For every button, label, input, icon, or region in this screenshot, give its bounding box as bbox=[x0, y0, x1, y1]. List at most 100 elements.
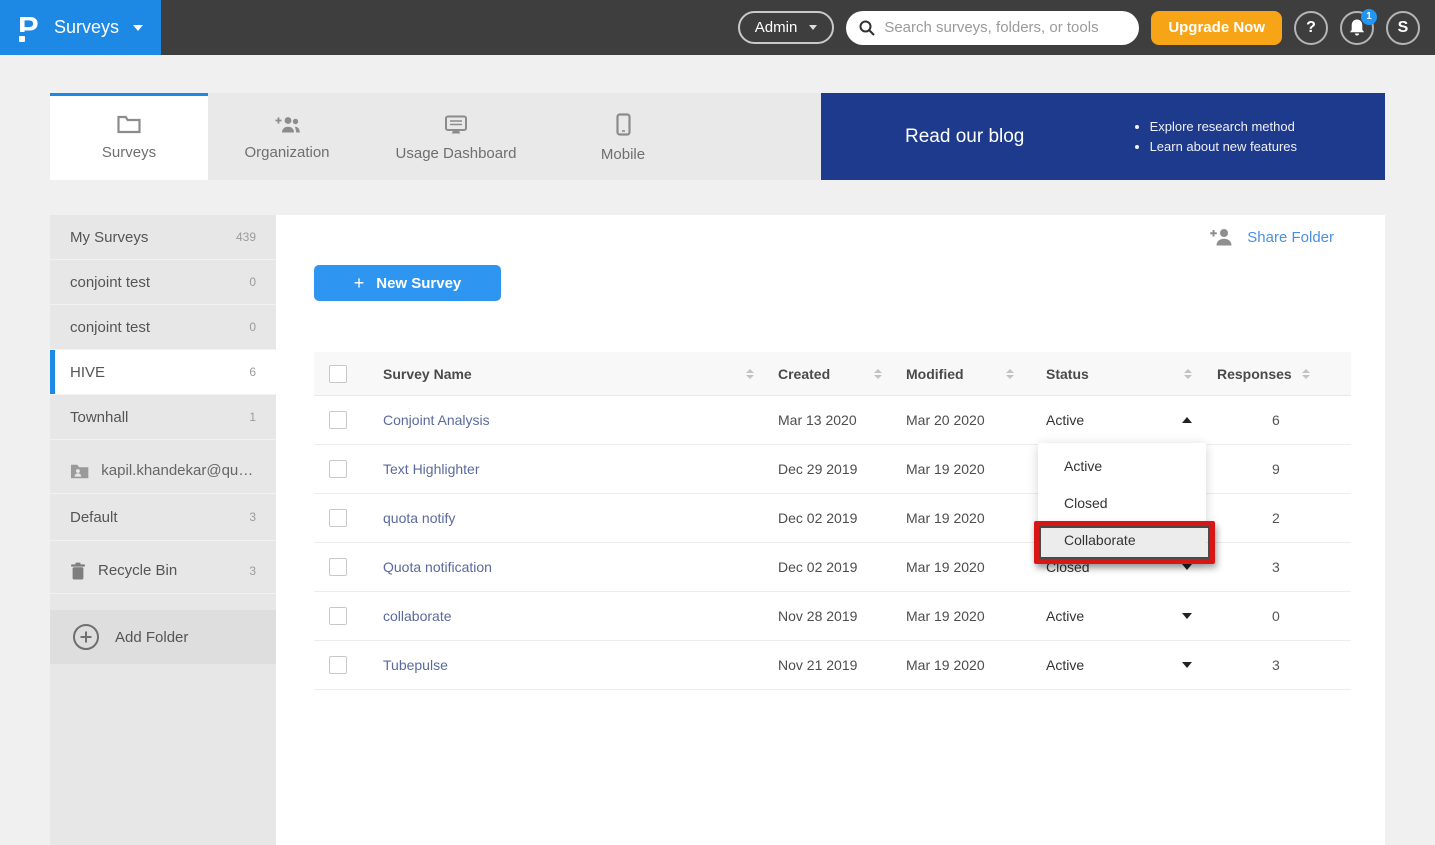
row-checkbox[interactable] bbox=[329, 460, 347, 478]
status-dropdown-menu: Active Closed Collaborate bbox=[1038, 443, 1206, 562]
folder-count: 0 bbox=[249, 320, 256, 334]
modified-date: Mar 20 2020 bbox=[906, 412, 985, 428]
modified-date: Mar 19 2020 bbox=[906, 510, 985, 526]
sidebar-item-townhall[interactable]: Townhall 1 bbox=[50, 395, 276, 440]
sort-icon[interactable] bbox=[1302, 369, 1310, 379]
survey-name-link[interactable]: collaborate bbox=[383, 608, 452, 624]
status-dropdown-trigger[interactable]: Active bbox=[1046, 608, 1192, 624]
folder-count: 3 bbox=[249, 510, 256, 524]
banner-title: Read our blog bbox=[905, 126, 1024, 148]
select-all-checkbox[interactable] bbox=[329, 365, 347, 383]
sidebar-item-conjoint-test-2[interactable]: conjoint test 0 bbox=[50, 305, 276, 350]
folder-label: conjoint test bbox=[70, 319, 150, 336]
tab-mobile[interactable]: Mobile bbox=[546, 93, 700, 180]
survey-name-link[interactable]: Conjoint Analysis bbox=[383, 412, 490, 428]
admin-menu[interactable]: Admin bbox=[738, 11, 835, 44]
caret-down-icon bbox=[1182, 613, 1192, 619]
table-header-row: Survey Name Created Modified Status Resp… bbox=[314, 352, 1351, 396]
new-survey-button[interactable]: + New Survey bbox=[314, 265, 501, 301]
user-avatar[interactable]: S bbox=[1386, 11, 1420, 45]
tab-usage-dashboard[interactable]: Usage Dashboard bbox=[366, 93, 546, 180]
search-icon bbox=[859, 20, 875, 36]
survey-name-link[interactable]: Tubepulse bbox=[383, 657, 448, 673]
responses-count: 3 bbox=[1272, 657, 1280, 673]
column-header-modified: Modified bbox=[906, 366, 964, 382]
chevron-down-icon bbox=[809, 25, 817, 30]
created-date: Nov 28 2019 bbox=[778, 608, 857, 624]
status-option-collaborate[interactable]: Collaborate bbox=[1038, 521, 1206, 558]
plus-icon: + bbox=[354, 273, 365, 294]
folder-count: 1 bbox=[249, 410, 256, 424]
status-option-active[interactable]: Active bbox=[1038, 447, 1206, 484]
responses-count: 9 bbox=[1272, 461, 1280, 477]
created-date: Mar 13 2020 bbox=[778, 412, 857, 428]
notification-badge: 1 bbox=[1361, 9, 1377, 25]
folder-label: Townhall bbox=[70, 409, 128, 426]
tab-surveys[interactable]: Surveys bbox=[50, 93, 208, 180]
tab-organization[interactable]: Organization bbox=[208, 93, 366, 180]
search-input[interactable] bbox=[884, 19, 1126, 36]
sort-icon[interactable] bbox=[1184, 369, 1192, 379]
share-folder-link[interactable]: Share Folder bbox=[1209, 228, 1334, 246]
survey-name-link[interactable]: quota notify bbox=[383, 510, 455, 526]
sidebar-divider bbox=[50, 541, 276, 548]
sidebar-item-shared-account[interactable]: kapil.khandekar@que… bbox=[50, 448, 276, 494]
survey-name-link[interactable]: Text Highlighter bbox=[383, 461, 480, 477]
row-checkbox[interactable] bbox=[329, 607, 347, 625]
product-menu[interactable]: P Surveys bbox=[0, 0, 161, 55]
search-box bbox=[846, 11, 1139, 45]
table-row: Tubepulse Nov 21 2019 Mar 19 2020 Active… bbox=[314, 641, 1351, 690]
main-tabs: Surveys Organization Usage Dashboard Mob… bbox=[50, 93, 821, 180]
status-dropdown-trigger[interactable]: Active bbox=[1046, 657, 1192, 673]
row-checkbox[interactable] bbox=[329, 411, 347, 429]
survey-name-link[interactable]: Quota notification bbox=[383, 559, 492, 575]
folder-count: 3 bbox=[249, 564, 256, 578]
sort-icon[interactable] bbox=[746, 369, 754, 379]
sidebar-item-conjoint-test-1[interactable]: conjoint test 0 bbox=[50, 260, 276, 305]
share-folder-label: Share Folder bbox=[1247, 229, 1334, 246]
column-header-survey-name: Survey Name bbox=[383, 366, 472, 382]
created-date: Dec 02 2019 bbox=[778, 559, 857, 575]
folder-label: My Surveys bbox=[70, 229, 148, 246]
modified-date: Mar 19 2020 bbox=[906, 461, 985, 477]
sort-icon[interactable] bbox=[1006, 369, 1014, 379]
banner-bullet: Learn about new features bbox=[1150, 139, 1297, 154]
caret-down-icon bbox=[1182, 662, 1192, 668]
row-checkbox[interactable] bbox=[329, 509, 347, 527]
tab-label: Usage Dashboard bbox=[396, 145, 517, 162]
status-dropdown-trigger[interactable]: Active bbox=[1046, 412, 1192, 428]
created-date: Dec 02 2019 bbox=[778, 510, 857, 526]
column-header-status: Status bbox=[1046, 366, 1089, 382]
new-survey-label: New Survey bbox=[376, 275, 461, 292]
folder-sidebar: My Surveys 439 conjoint test 0 conjoint … bbox=[50, 215, 276, 845]
table-row: Conjoint Analysis Mar 13 2020 Mar 20 202… bbox=[314, 396, 1351, 445]
folder-label: Default bbox=[70, 509, 118, 526]
modified-date: Mar 19 2020 bbox=[906, 608, 985, 624]
sidebar-item-default[interactable]: Default 3 bbox=[50, 494, 276, 541]
help-button[interactable]: ? bbox=[1294, 11, 1328, 45]
status-option-closed[interactable]: Closed bbox=[1038, 484, 1206, 521]
sidebar-item-recycle-bin[interactable]: Recycle Bin 3 bbox=[50, 548, 276, 594]
sort-icon[interactable] bbox=[874, 369, 882, 379]
sidebar-item-my-surveys[interactable]: My Surveys 439 bbox=[50, 215, 276, 260]
sidebar-item-hive[interactable]: HIVE 6 bbox=[50, 350, 276, 395]
row-checkbox[interactable] bbox=[329, 656, 347, 674]
add-folder-button[interactable]: Add Folder bbox=[50, 610, 276, 664]
row-checkbox[interactable] bbox=[329, 558, 347, 576]
modified-date: Mar 19 2020 bbox=[906, 559, 985, 575]
banner-bullet: Explore research method bbox=[1150, 119, 1297, 134]
sidebar-divider bbox=[50, 440, 276, 448]
banner-bullet-list: Explore research method Learn about new … bbox=[1134, 114, 1297, 159]
created-date: Dec 29 2019 bbox=[778, 461, 857, 477]
plus-circle-icon bbox=[72, 623, 100, 651]
upgrade-now-button[interactable]: Upgrade Now bbox=[1151, 11, 1282, 45]
notifications-button[interactable]: 1 bbox=[1340, 11, 1374, 45]
modified-date: Mar 19 2020 bbox=[906, 657, 985, 673]
avatar-initial: S bbox=[1398, 19, 1409, 37]
column-header-created: Created bbox=[778, 366, 830, 382]
table-row: collaborate Nov 28 2019 Mar 19 2020 Acti… bbox=[314, 592, 1351, 641]
question-mark-icon: ? bbox=[1306, 19, 1316, 37]
blog-banner[interactable]: Read our blog Explore research method Le… bbox=[821, 93, 1385, 180]
status-value: Active bbox=[1046, 657, 1084, 673]
folder-count: 0 bbox=[249, 275, 256, 289]
